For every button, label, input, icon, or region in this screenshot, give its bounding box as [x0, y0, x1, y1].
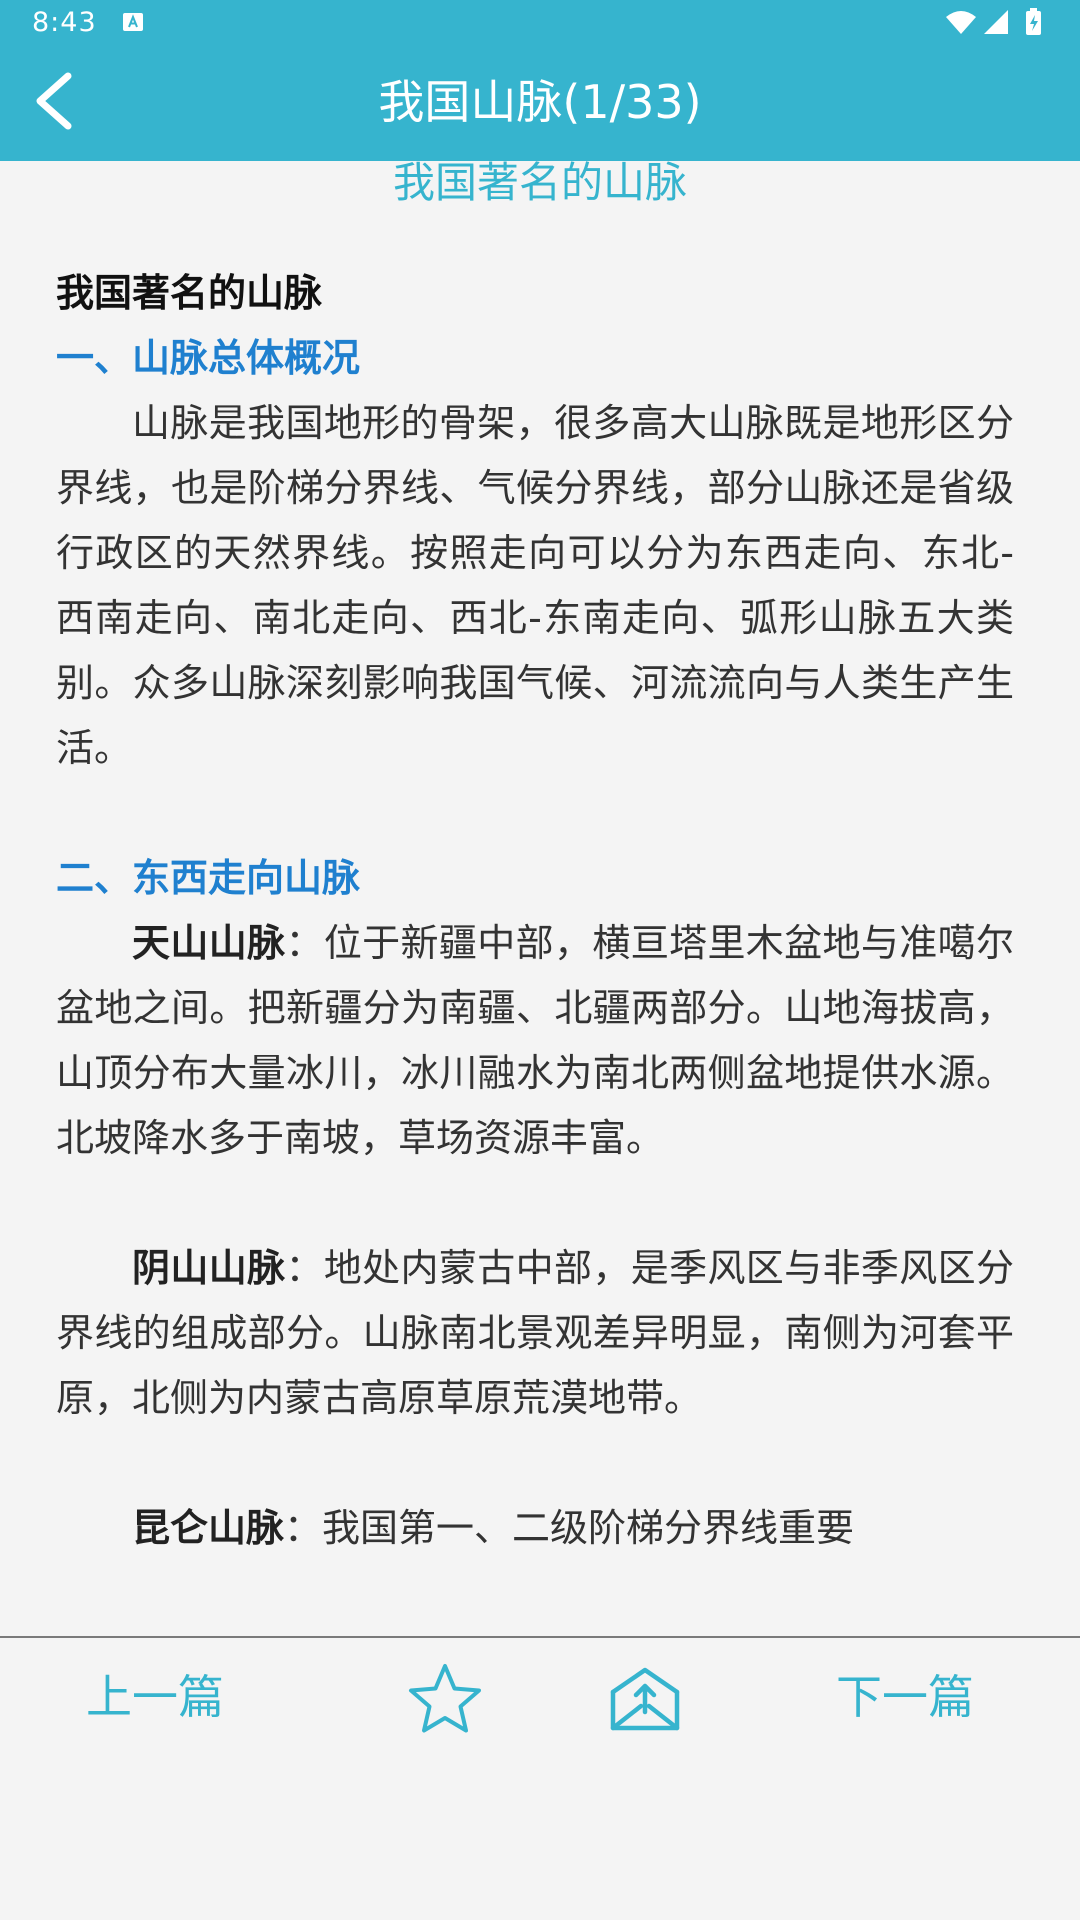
article-heading: 我国著名的山脉: [392, 161, 687, 207]
mountain-paragraph-tianshan: 天山山脉：位于新疆中部，横亘塔里木盆地与准噶尔盆地之间。把新疆分为南疆、北疆两部…: [56, 911, 1014, 1171]
notification-a-icon: [123, 13, 143, 31]
section-title-east-west: 二、东西走向山脉: [56, 856, 361, 900]
page-title: 我国山脉(1/33): [378, 75, 702, 129]
mountain-name: 昆仑山脉: [132, 1506, 285, 1550]
mountain-name: 天山山脉: [132, 921, 286, 965]
app-header: 我国山脉(1/33): [0, 44, 1080, 161]
status-icons: [946, 8, 1041, 35]
previous-article-button[interactable]: 上一篇: [86, 1667, 224, 1727]
section-title-overview: 一、山脉总体概况: [56, 336, 361, 380]
mountain-paragraph-yinshan: 阴山山脉：地处内蒙古中部，是季风区与非季风区分界线的组成部分。山脉南北景观差异明…: [56, 1236, 1014, 1431]
share-box-icon: [610, 1667, 680, 1731]
mountain-description: ：我国第一、二级阶梯分界线重要: [284, 1506, 855, 1550]
battery-charging-icon: [1026, 8, 1041, 35]
next-article-button[interactable]: 下一篇: [836, 1667, 974, 1727]
status-bar: 8:43: [0, 0, 1080, 44]
status-time: 8:43: [32, 7, 97, 38]
star-outline-icon: [409, 1664, 481, 1733]
wifi-icon: [946, 11, 976, 34]
article-content[interactable]: 我国著名的山脉 我国著名的山脉 一、山脉总体概况 山脉是我国地形的骨架，很多高大…: [0, 161, 1080, 1637]
overview-paragraph: 山脉是我国地形的骨架，很多高大山脉既是地形区分界线，也是阶梯分界线、气候分界线，…: [56, 401, 1014, 770]
mountain-paragraph-kunlun: 昆仑山脉：我国第一、二级阶梯分界线重要: [56, 1496, 1014, 1561]
favorite-button[interactable]: [405, 1662, 485, 1734]
share-button[interactable]: [605, 1662, 685, 1734]
bottom-toolbar: 上一篇 下一篇: [0, 1638, 1080, 1920]
mountain-name: 阴山山脉: [132, 1246, 286, 1290]
article-doc-title: 我国著名的山脉: [56, 271, 323, 315]
signal-icon: [984, 10, 1008, 34]
article-body: 我国著名的山脉 一、山脉总体概况 山脉是我国地形的骨架，很多高大山脉既是地形区分…: [56, 261, 1014, 1561]
